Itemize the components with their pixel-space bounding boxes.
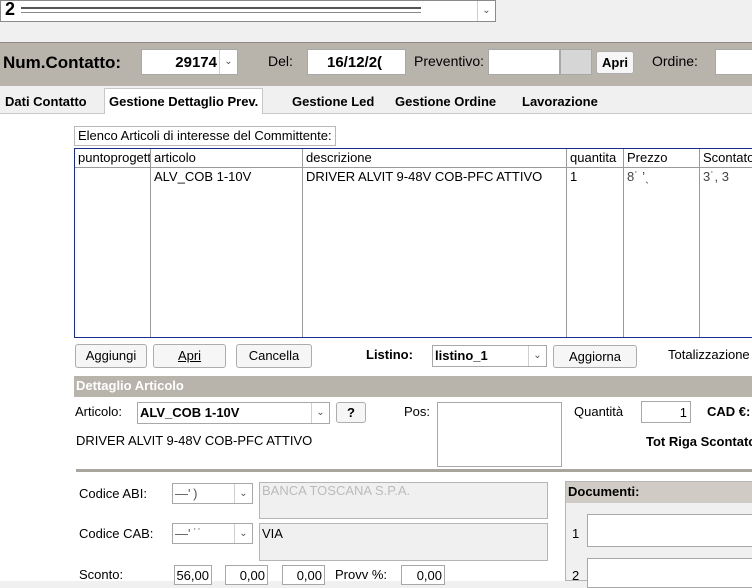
column-header-articolo[interactable]: articolo: [151, 149, 303, 167]
del-label: Del:: [268, 53, 293, 69]
num-contatto-value: 29174: [175, 54, 217, 71]
chevron-down-icon[interactable]: ⌄: [311, 403, 329, 423]
codice-abi-select[interactable]: —' ) ⌄: [172, 483, 253, 504]
del-date-field[interactable]: 16/12/2(: [307, 49, 406, 75]
cad-label: CAD €:: [707, 404, 751, 419]
row-cell-descrizione[interactable]: DRIVER ALVIT 9-48V COB-PFC ATTIVO: [303, 168, 566, 186]
codice-cab-select[interactable]: —' ˙˙ ⌄: [172, 523, 253, 544]
tab-gestione-ordine[interactable]: Gestione Ordine: [391, 91, 500, 113]
chevron-down-icon[interactable]: ⌄: [234, 524, 252, 543]
row-cell-scontato[interactable]: 3˙, 3: [700, 168, 752, 186]
dettaglio-articolo-title: Dettaglio Articolo: [76, 378, 184, 393]
preventivo-side-box: [560, 49, 592, 75]
documents-title: Documenti:: [568, 484, 640, 499]
tab-dati-contatto[interactable]: Dati Contatto: [1, 91, 91, 113]
listino-select[interactable]: listino_1 ⌄: [432, 345, 547, 367]
sconto-field-1[interactable]: 56,00: [174, 565, 212, 585]
column-header-descrizione[interactable]: descrizione: [303, 149, 567, 167]
bank-name: BANCA TOSCANA S.P.A.: [262, 483, 411, 498]
top-combo-value: 2: [5, 0, 16, 19]
listino-label: Listino:: [366, 347, 413, 362]
preventivo-field[interactable]: [488, 49, 560, 75]
articolo-select[interactable]: ALV_COB 1-10V ⌄: [137, 402, 330, 424]
codice-cab-label: Codice CAB:: [79, 526, 154, 541]
apri-button[interactable]: Apri: [153, 344, 226, 368]
column-divider: [302, 167, 303, 337]
ordine-field[interactable]: [715, 49, 752, 75]
bank-name-box: BANCA TOSCANA S.P.A.: [259, 482, 548, 519]
cancella-button[interactable]: Cancella: [236, 344, 312, 368]
column-header-scontato[interactable]: Scontato: [700, 149, 752, 167]
top-combo[interactable]: 2 ⌄: [0, 0, 496, 22]
pos-label: Pos:: [404, 404, 431, 419]
chevron-down-icon[interactable]: ⌄: [477, 1, 495, 21]
top-combo-scribble: [21, 7, 421, 13]
quantita-label: Quantità: [574, 404, 624, 419]
quantita-field[interactable]: 1: [641, 401, 691, 423]
document-field-1[interactable]: [587, 514, 752, 547]
tab-gestione-led[interactable]: Gestione Led: [288, 91, 378, 113]
articolo-label: Articolo:: [75, 404, 122, 419]
column-header-puntoprogetto[interactable]: puntoprogetto: [75, 149, 151, 167]
preventivo-label: Preventivo:: [414, 53, 485, 69]
tab-gestione-dettaglio-prev[interactable]: Gestione Dettaglio Prev.: [104, 88, 264, 114]
documents-header: Documenti:: [566, 482, 752, 503]
sconto-field-3[interactable]: 0,00: [282, 565, 325, 585]
num-contatto-field[interactable]: 29174 ⌄: [141, 49, 238, 75]
quantita-value: 1: [679, 405, 687, 420]
apri-preventivo-button[interactable]: Apri: [596, 51, 634, 74]
chevron-down-icon[interactable]: ⌄: [528, 346, 546, 366]
article-description: DRIVER ALVIT 9-48V COB-PFC ATTIVO: [76, 433, 313, 448]
articolo-value: ALV_COB 1-10V: [140, 405, 240, 420]
column-divider: [566, 167, 567, 337]
column-divider: [623, 167, 624, 337]
listino-value: listino_1: [435, 348, 488, 363]
row-cell-prezzo[interactable]: 8˙ ’ˎ: [624, 168, 699, 186]
tab-lavorazione[interactable]: Lavorazione: [518, 91, 602, 113]
aggiorna-button[interactable]: Aggiorna: [553, 345, 637, 368]
branch-name: VIA: [262, 526, 283, 541]
chevron-down-icon[interactable]: ⌄: [219, 50, 237, 74]
codice-abi-value: —' ): [175, 486, 198, 501]
row-cell-puntoprogetto[interactable]: [75, 168, 150, 186]
articles-title: Elenco Articoli di interesse del Committ…: [74, 126, 336, 146]
column-divider: [150, 167, 151, 337]
pos-textarea[interactable]: [437, 402, 562, 467]
provv-label: Provv %:: [335, 567, 388, 582]
totalizzazione-label: Totalizzazione: [668, 347, 750, 362]
column-divider: [699, 167, 700, 337]
num-contatto-label: Num.Contatto:: [3, 53, 122, 72]
provv-field[interactable]: 0,00: [401, 565, 445, 585]
help-button[interactable]: ?: [336, 402, 366, 423]
del-date-value: 16/12/2(: [327, 54, 383, 71]
tot-riga-label: Tot Riga Scontato: [646, 434, 752, 449]
codice-cab-value: —' ˙˙: [175, 526, 202, 541]
sconto-field-2[interactable]: 0,00: [225, 565, 268, 585]
branch-box: VIA: [259, 523, 548, 561]
sconto-label: Sconto:: [79, 567, 124, 582]
codice-abi-label: Codice ABI:: [79, 486, 147, 501]
document-row-1-label: 1: [572, 526, 580, 541]
column-header-quantita[interactable]: quantita: [567, 149, 624, 167]
chevron-down-icon[interactable]: ⌄: [234, 484, 252, 503]
document-field-2[interactable]: [587, 558, 752, 588]
dettaglio-articolo-header: Dettaglio Articolo: [74, 376, 752, 397]
ordine-label: Ordine:: [652, 53, 698, 69]
row-cell-quantita[interactable]: 1: [567, 168, 623, 186]
column-header-prezzo[interactable]: Prezzo: [624, 149, 700, 167]
aggiungi-button[interactable]: Aggiungi: [75, 344, 147, 368]
section-divider: [76, 469, 752, 472]
row-cell-articolo[interactable]: ALV_COB 1-10V: [151, 168, 302, 186]
